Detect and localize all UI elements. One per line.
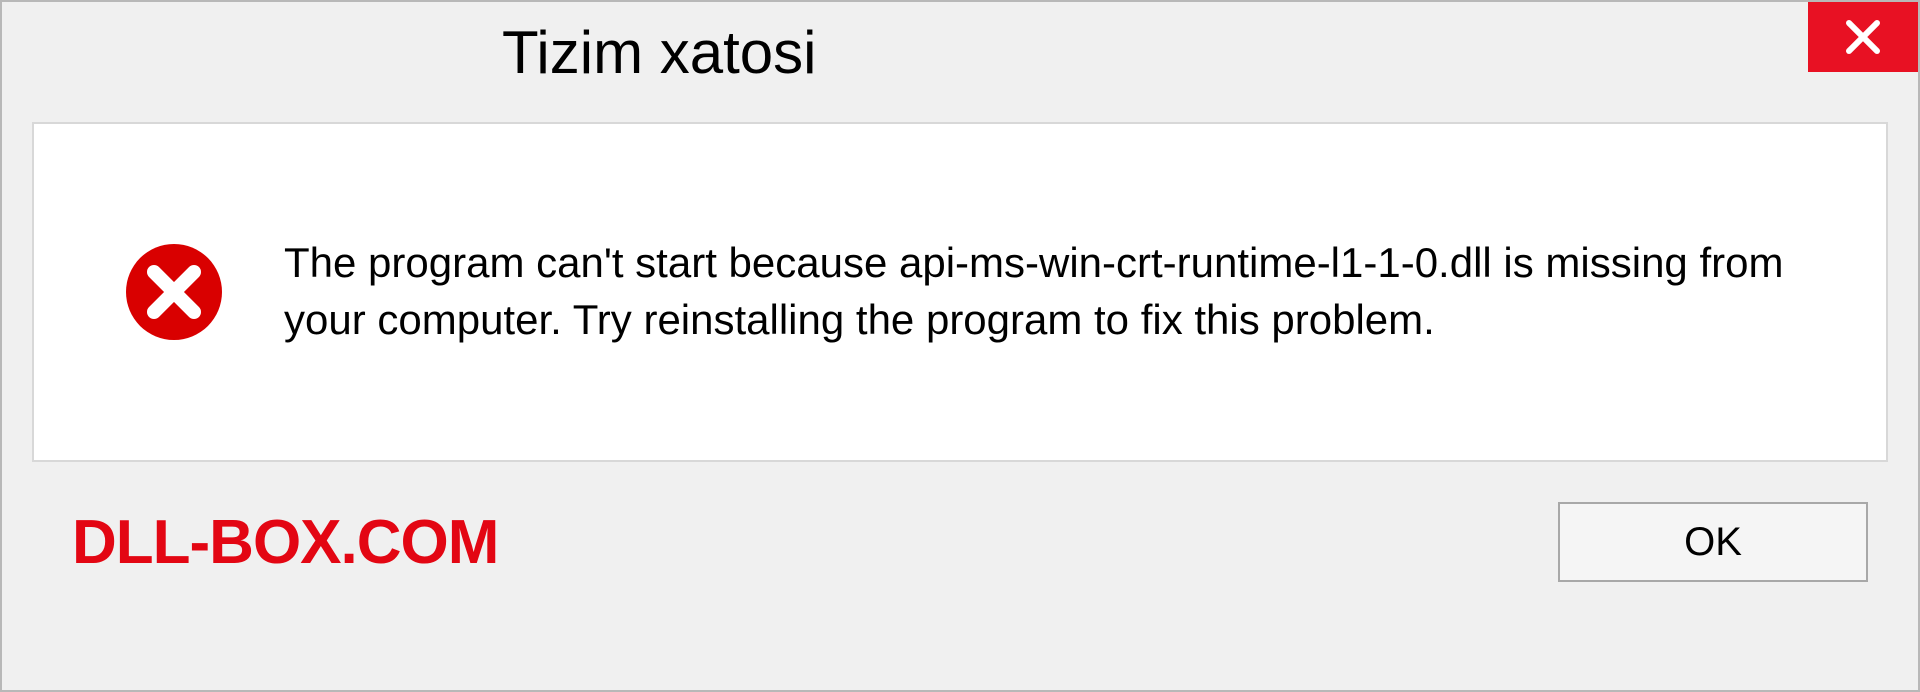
dialog-title: Tizim xatosi xyxy=(502,18,816,87)
titlebar: Tizim xatosi xyxy=(2,2,1918,102)
error-message: The program can't start because api-ms-w… xyxy=(284,235,1826,348)
footer: DLL-BOX.COM OK xyxy=(2,462,1918,612)
content-panel: The program can't start because api-ms-w… xyxy=(32,122,1888,462)
error-dialog: Tizim xatosi The program can't start bec… xyxy=(0,0,1920,692)
ok-button[interactable]: OK xyxy=(1558,502,1868,582)
close-button[interactable] xyxy=(1808,2,1918,72)
watermark-text: DLL-BOX.COM xyxy=(72,507,498,578)
error-icon xyxy=(124,242,224,342)
close-icon xyxy=(1843,17,1883,57)
